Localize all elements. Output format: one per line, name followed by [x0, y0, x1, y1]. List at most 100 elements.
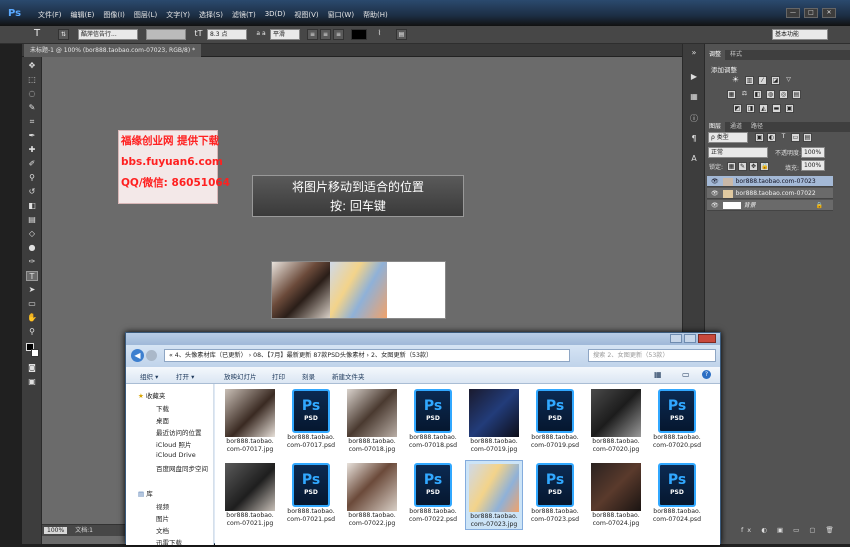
minimize-button[interactable] [670, 334, 682, 343]
zoom-tool-icon[interactable]: ⚲ [26, 327, 38, 337]
align-center-icon[interactable]: ≡ [320, 29, 331, 40]
paragraph-panel-icon[interactable]: A [689, 154, 699, 164]
collapse-panels-icon[interactable]: » [689, 48, 699, 58]
nav-icloud-photos[interactable]: iCloud 照片 [156, 439, 191, 449]
bw-icon[interactable]: ◧ [753, 90, 762, 99]
filter-adjust-icon[interactable]: ◐ [767, 133, 776, 142]
eraser-tool-icon[interactable]: ◧ [26, 201, 38, 211]
back-arrow-icon[interactable]: ◀ [131, 349, 144, 362]
stamp-tool-icon[interactable]: ⚲ [26, 173, 38, 183]
slideshow-button[interactable]: 放映幻灯片 [224, 371, 257, 381]
file-item[interactable]: bor888.taobao. com-07020.jpg [587, 386, 645, 456]
quick-mask-icon[interactable]: ◙ [26, 363, 38, 373]
history-panel-icon[interactable]: ▶ [689, 72, 699, 82]
path-select-icon[interactable]: ➤ [26, 285, 38, 295]
visibility-eye-icon[interactable]: 👁 [711, 190, 719, 197]
marquee-tool-icon[interactable]: ⬚ [26, 75, 38, 85]
open-button[interactable]: 打开 ▾ [176, 371, 194, 381]
gradient-tool-icon[interactable]: ▤ [26, 215, 38, 225]
layer-row[interactable]: 👁 bor888.taobao.com-07022 [707, 188, 833, 199]
anti-alias-select[interactable]: 平滑 [270, 29, 300, 40]
menu-image[interactable]: 图像(I) [103, 10, 125, 20]
print-button[interactable]: 打印 [272, 371, 285, 381]
menu-filter[interactable]: 滤镜(T) [232, 10, 256, 20]
preview-pane-icon[interactable]: ▭ [682, 370, 690, 379]
file-item[interactable]: bor888.taobao. com-07018.jpg [343, 386, 401, 456]
document-image[interactable] [271, 261, 446, 319]
vibrance-icon[interactable]: ▽ [784, 76, 793, 85]
font-family-select[interactable]: 酷萍信告行... [78, 29, 138, 40]
nav-pictures[interactable]: 图片 [156, 513, 169, 523]
nav-thunder-downloads[interactable]: 迅雷下载 [156, 537, 182, 547]
font-size-field[interactable]: 8.3 点 [207, 29, 247, 40]
info-panel-icon[interactable]: ¶ [689, 134, 699, 144]
layers-footer-icons[interactable]: fx ◐ ▣ ▭ ▢ 🗑 [741, 526, 838, 534]
exposure-icon[interactable]: ◪ [771, 76, 780, 85]
tab-adjustments[interactable]: 调整 [705, 50, 726, 60]
layer-row[interactable]: 👁 bor888.taobao.com-07023 [707, 176, 833, 187]
close-button[interactable]: ✕ [822, 8, 836, 18]
curves-icon[interactable]: ⁄ [758, 76, 767, 85]
file-item[interactable]: bor888.taobao. com-07017.jpg [221, 386, 279, 456]
new-folder-button[interactable]: 新建文件夹 [332, 371, 365, 381]
levels-icon[interactable]: ▥ [745, 76, 754, 85]
menu-edit[interactable]: 编辑(E) [71, 10, 95, 20]
address-field[interactable]: « 4、头像素材库（已更新） › 08、【7月】最新更新 87款PSD头像素材 … [164, 349, 570, 362]
menu-view[interactable]: 视图(V) [294, 10, 318, 20]
type-tool-icon[interactable]: T [30, 29, 44, 40]
file-item[interactable]: Ps PSD bor888.taobao. com-07022.psd [404, 460, 462, 530]
zoom-field[interactable]: 100% [44, 527, 68, 534]
hand-tool-icon[interactable]: ✋ [26, 313, 38, 323]
selective-color-icon[interactable]: ▣ [785, 104, 794, 113]
lock-pixels-icon[interactable]: ✎ [738, 162, 747, 171]
orientation-icon[interactable]: ⇅ [58, 29, 69, 40]
tab-styles[interactable]: 样式 [726, 50, 746, 60]
document-tab[interactable]: 未标题-1 @ 100% (bor888.taobao.com-07023, R… [24, 44, 202, 57]
dodge-tool-icon[interactable]: ● [26, 243, 38, 253]
lock-transparent-icon[interactable]: ▦ [727, 162, 736, 171]
nav-documents[interactable]: 文档 [156, 525, 169, 535]
tab-layers[interactable]: 图层 [705, 122, 726, 132]
organize-button[interactable]: 组织 ▾ [140, 371, 158, 381]
type-tool-icon[interactable]: T [26, 271, 38, 281]
posterize-icon[interactable]: ◨ [746, 104, 755, 113]
lock-position-icon[interactable]: ✥ [749, 162, 758, 171]
color-lookup-icon[interactable]: ▤ [792, 90, 801, 99]
opacity-field[interactable]: 100% [801, 147, 825, 158]
menu-type[interactable]: 文字(Y) [166, 10, 190, 20]
balance-icon[interactable]: ⚖ [740, 90, 749, 99]
file-item[interactable]: Ps PSD bor888.taobao. com-07023.psd [526, 460, 584, 530]
maximize-button[interactable]: □ [804, 8, 818, 18]
filter-pixel-icon[interactable]: ▣ [755, 133, 764, 142]
screen-mode-icon[interactable]: ▣ [26, 377, 38, 387]
menu-layer[interactable]: 图层(L) [134, 10, 157, 20]
brush-tool-icon[interactable]: ✐ [26, 159, 38, 169]
fill-field[interactable]: 100% [801, 160, 825, 171]
nav-favorites[interactable]: ★ 收藏夹 [138, 390, 165, 400]
tab-paths[interactable]: 路径 [747, 122, 767, 132]
view-options-icon[interactable]: ▦ [654, 370, 662, 379]
file-item[interactable]: bor888.taobao. com-07019.jpg [465, 386, 523, 456]
pen-tool-icon[interactable]: ✑ [26, 257, 38, 267]
actions-panel-icon[interactable]: ▦ [689, 92, 699, 102]
layer-row[interactable]: 👁 背景 🔒 [707, 200, 833, 211]
gradient-map-icon[interactable]: ▬ [772, 104, 781, 113]
explorer-titlebar[interactable] [126, 333, 720, 345]
file-item[interactable]: Ps PSD bor888.taobao. com-07021.psd [282, 460, 340, 530]
file-item[interactable]: bor888.taobao. com-07021.jpg [221, 460, 279, 530]
align-right-icon[interactable]: ≡ [333, 29, 344, 40]
tab-channels[interactable]: 通道 [726, 122, 746, 132]
lasso-tool-icon[interactable]: ◌ [26, 89, 38, 99]
nav-desktop[interactable]: 桌面 [156, 415, 169, 425]
file-item[interactable]: bor888.taobao. com-07023.jpg [465, 460, 523, 530]
nav-baidu-sync[interactable]: 百度网盘同步空间 [156, 463, 208, 473]
history-brush-icon[interactable]: ↺ [26, 187, 38, 197]
file-item[interactable]: Ps PSD bor888.taobao. com-07019.psd [526, 386, 584, 456]
font-style-select[interactable] [146, 29, 186, 40]
hue-icon[interactable]: ▦ [727, 90, 736, 99]
layer-kind-filter[interactable]: ρ 类型 [708, 132, 748, 143]
lock-all-icon[interactable]: 🔒 [760, 162, 769, 171]
background-color-swatch[interactable] [31, 349, 39, 357]
photo-filter-icon[interactable]: ◍ [766, 90, 775, 99]
menu-help[interactable]: 帮助(H) [363, 10, 388, 20]
